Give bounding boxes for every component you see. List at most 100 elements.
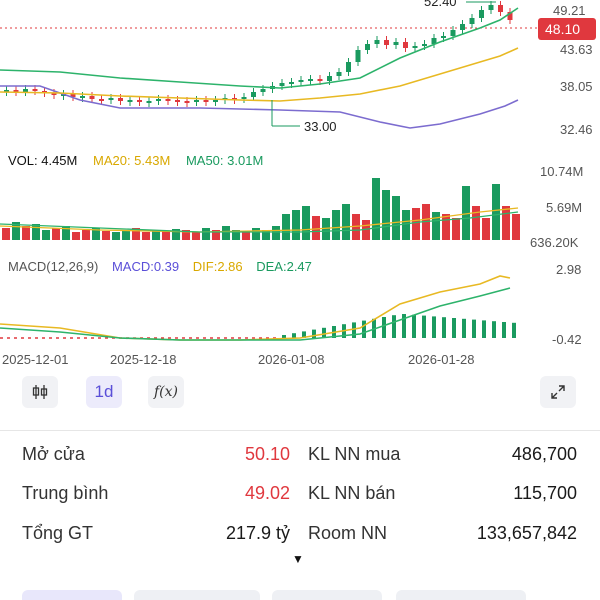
macd-bar (462, 318, 466, 338)
volume-bar (222, 226, 230, 240)
avg-label: Trung bình (22, 483, 109, 503)
candle-body (393, 42, 399, 45)
period-button[interactable]: 1d (86, 376, 122, 408)
candle-body (184, 101, 190, 103)
candlesticks (4, 1, 513, 107)
candlestick-type-button[interactable] (22, 376, 58, 408)
bottom-tabs (0, 590, 600, 600)
candle-body (251, 92, 256, 97)
open-value: 50.10 (244, 444, 290, 464)
bottom-tab-4[interactable] (396, 590, 526, 600)
volume-bar (42, 230, 50, 240)
volume-bar (382, 190, 390, 240)
bottom-tab-3[interactable] (272, 590, 382, 600)
vol-axis-top: 10.74M (540, 164, 583, 179)
y-label-top: 49.21 (553, 3, 586, 18)
stats-row-3: Tổng GT 217.9 tỷ Room NN 133,657,842 (22, 523, 582, 551)
y-label-3: 38.05 (560, 79, 593, 94)
candle-body (327, 76, 332, 81)
candle-body (175, 100, 180, 102)
candle-body (498, 5, 503, 12)
open-label: Mở cửa (22, 444, 85, 464)
volume-bar (372, 178, 380, 240)
candle-body (469, 18, 475, 24)
candle-body (260, 89, 266, 92)
volume-bar (452, 218, 460, 240)
macd-chart[interactable]: 2.98 -0.42 (0, 262, 600, 352)
candle-body (118, 98, 123, 101)
volume-bar (112, 232, 120, 240)
low-annotation: 33.00 (304, 119, 337, 134)
macd-bar (282, 335, 286, 338)
volume-bar (512, 214, 520, 240)
volume-bar (292, 210, 300, 240)
stats-row-2: Trung bình 49.02 KL NN bán 115,700 (22, 483, 582, 511)
foreign-sell-value: 115,700 (513, 483, 577, 503)
volume-bar (472, 206, 480, 240)
vol-axis-bottom: 636.20K (530, 235, 579, 250)
candle-body (23, 89, 28, 92)
fullscreen-button[interactable] (540, 376, 576, 408)
volume-bar (242, 232, 250, 240)
y-label-2: 43.63 (560, 42, 593, 57)
candle-body (298, 80, 304, 82)
candle-body (108, 98, 114, 100)
bottom-tab-2[interactable] (134, 590, 260, 600)
macd-bar (482, 320, 486, 338)
volume-bar (432, 212, 440, 240)
candle-body (308, 79, 313, 81)
bottom-tab-1[interactable] (22, 590, 122, 600)
candle-body (374, 40, 380, 44)
candle-body (89, 96, 95, 99)
indicator-button[interactable]: f(x) (148, 376, 184, 408)
expand-stats-toggle[interactable]: ▼ (292, 552, 304, 566)
volume-bar (52, 228, 60, 240)
volume-bar (2, 228, 10, 240)
foreign-buy-label: KL NN mua (308, 444, 401, 464)
foreign-room-label: Room NN (308, 523, 388, 543)
volume-bar (392, 196, 400, 240)
candle-body (146, 101, 152, 103)
candlestick-icon (32, 385, 48, 399)
vol-axis-mid: 5.69M (546, 200, 582, 215)
volume-bar (122, 230, 130, 240)
volume-bar (492, 184, 500, 240)
candle-body (365, 44, 370, 50)
candle-body (80, 96, 85, 98)
volume-bar (332, 210, 340, 240)
price-chart[interactable]: 33.00 52.40 49.21 48.10 43.63 38.05 32.4… (0, 0, 600, 150)
date-label-1: 2025-12-01 (2, 352, 69, 367)
candle-body (99, 99, 104, 101)
date-axis: 2025-12-01 2025-12-18 2026-01-08 2026-01… (0, 352, 520, 372)
candle-body (355, 50, 361, 62)
volume-bar (142, 232, 150, 240)
candle-body (137, 100, 142, 102)
candle-body (203, 100, 209, 102)
volume-bar (202, 228, 210, 240)
ma-green-line (0, 7, 519, 89)
foreign-sell-label: KL NN bán (308, 483, 396, 503)
total-value: 217.9 tỷ (225, 523, 290, 543)
candle-body (450, 30, 456, 36)
candle-body (165, 99, 171, 101)
date-label-4: 2026-01-28 (408, 352, 475, 367)
macd-bar (292, 333, 296, 338)
section-divider (0, 430, 600, 431)
volume-bar (22, 226, 30, 240)
macd-bar (392, 315, 396, 338)
volume-chart[interactable]: 10.74M 5.69M 636.20K (0, 160, 600, 250)
candle-body (412, 46, 418, 48)
current-price-value: 48.10 (545, 21, 580, 37)
volume-bar (72, 232, 80, 240)
candle-body (156, 99, 161, 101)
avg-value: 49.02 (244, 483, 290, 503)
volume-bar (252, 228, 260, 240)
candle-body (213, 100, 218, 102)
ma-purple-line (0, 85, 519, 129)
function-icon: f(x) (153, 384, 178, 400)
candle-body (346, 62, 351, 72)
candle-body (422, 44, 427, 46)
macd-bar (442, 317, 446, 338)
macd-bar (432, 316, 436, 338)
macd-bar (312, 329, 316, 338)
